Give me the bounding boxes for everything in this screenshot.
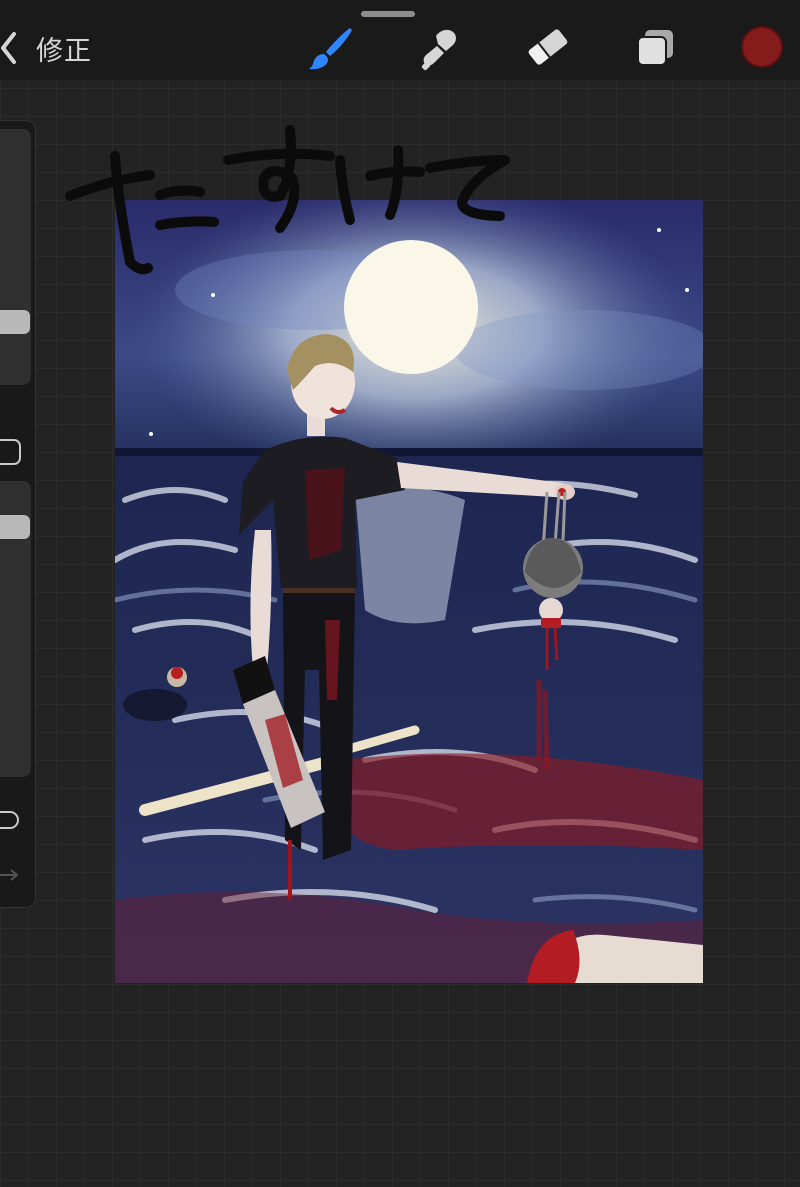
layers-tool-button[interactable]: [630, 22, 680, 72]
brush-size-thumb[interactable]: [0, 310, 30, 334]
layers-icon: [637, 30, 673, 66]
back-label: 修正: [36, 35, 92, 67]
artwork: [115, 200, 703, 983]
opacity-thumb[interactable]: [0, 515, 30, 539]
smudge-icon: [421, 29, 456, 71]
undo-button[interactable]: [0, 811, 19, 829]
moon: [344, 240, 478, 374]
left-sidebar: [0, 120, 36, 908]
brush-size-slider[interactable]: [0, 129, 31, 385]
chevron-left-icon: [1, 32, 16, 64]
redo-arrow-icon[interactable]: [0, 863, 21, 883]
top-toolbar: 修正: [0, 0, 800, 80]
modify-button[interactable]: [0, 439, 21, 465]
back-button[interactable]: 修正: [0, 28, 92, 68]
eraser-tool-button[interactable]: [523, 22, 573, 72]
brush-icon: [309, 28, 352, 70]
brush-tool-button[interactable]: [306, 22, 356, 72]
opacity-slider[interactable]: [0, 481, 31, 777]
eraser-icon: [528, 29, 568, 65]
color-picker-button[interactable]: [741, 26, 783, 68]
toolbar-grabber[interactable]: [361, 11, 415, 17]
drawing-canvas[interactable]: [115, 200, 703, 983]
smudge-tool-button[interactable]: [416, 22, 466, 72]
